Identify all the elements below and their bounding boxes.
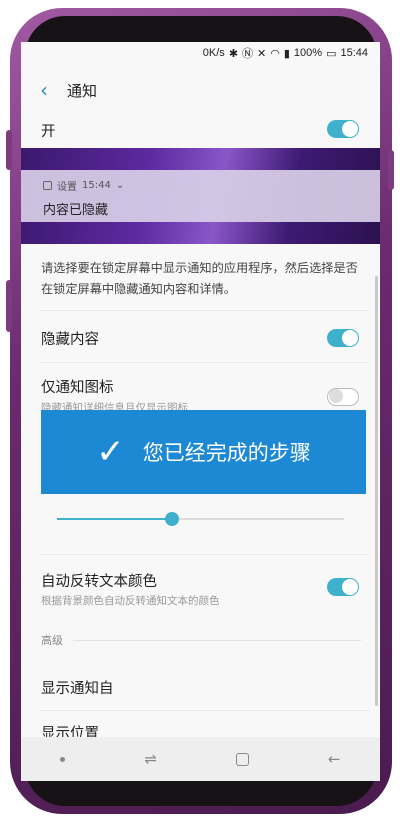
settings-app-icon bbox=[43, 181, 52, 190]
nav-dot-icon[interactable] bbox=[60, 756, 66, 762]
divider bbox=[41, 310, 368, 311]
master-switch-row[interactable]: 开 bbox=[21, 112, 380, 148]
volume-button bbox=[6, 130, 12, 170]
home-icon[interactable] bbox=[235, 752, 249, 766]
hide-content-toggle[interactable] bbox=[327, 329, 359, 347]
icons-only-toggle[interactable] bbox=[327, 388, 359, 406]
transparency-slider[interactable] bbox=[57, 512, 344, 526]
hide-content-label: 隐藏内容 bbox=[41, 332, 99, 348]
status-bar: 0K/s ✱ Ⓝ ✕ ◠ ▮ 100% ▭ 15:44 bbox=[21, 42, 380, 64]
clock: 15:44 bbox=[340, 47, 368, 59]
power-button bbox=[388, 150, 394, 190]
divider bbox=[41, 710, 368, 711]
recent-apps-icon[interactable]: ⇌ bbox=[144, 750, 157, 768]
advanced-section-header: 高级 bbox=[41, 632, 361, 648]
battery-percent: 100% bbox=[293, 47, 323, 59]
auto-invert-row[interactable]: 自动反转文本颜色 根据背景颜色自动反转通知文本的颜色 bbox=[21, 560, 380, 610]
back-icon[interactable]: ← bbox=[328, 750, 341, 768]
completed-steps-banner: ✓ 您已经完成的步骤 bbox=[41, 410, 366, 494]
app-header: ‹ 通知 bbox=[21, 70, 380, 110]
auto-invert-toggle[interactable] bbox=[327, 578, 359, 596]
bluetooth-icon: ✱ bbox=[228, 47, 239, 60]
mute-icon: ✕ bbox=[257, 47, 267, 60]
slider-handle[interactable] bbox=[165, 512, 179, 526]
divider bbox=[41, 362, 368, 363]
banner-text: 您已经完成的步骤 bbox=[142, 441, 311, 465]
notification-hidden-text: 内容已隐藏 bbox=[43, 203, 109, 218]
network-speed: 0K/s bbox=[202, 47, 225, 59]
checkmark-icon: ✓ bbox=[96, 432, 125, 472]
signal-icon: ▮ bbox=[283, 47, 290, 60]
notification-preview-card: 设置 15:44 ⌄ 内容已隐藏 bbox=[21, 170, 380, 222]
advanced-section-label: 高级 bbox=[41, 634, 63, 647]
slider-fill bbox=[57, 518, 172, 520]
auto-invert-label: 自动反转文本颜色 bbox=[41, 574, 157, 590]
lockscreen-preview: 设置 15:44 ⌄ 内容已隐藏 bbox=[21, 148, 380, 244]
back-arrow-icon[interactable]: ‹ bbox=[21, 78, 67, 102]
wifi-icon: ◠ bbox=[270, 47, 280, 60]
screen: 0K/s ✱ Ⓝ ✕ ◠ ▮ 100% ▭ 15:44 ‹ 通知 开 设置 15… bbox=[21, 42, 380, 781]
auto-invert-subtitle: 根据背景颜色自动反转通知文本的颜色 bbox=[41, 595, 220, 607]
page-title: 通知 bbox=[67, 81, 98, 100]
show-notifications-from-label: 显示通知自 bbox=[41, 681, 114, 697]
bixby-button bbox=[6, 280, 12, 332]
battery-icon: ▭ bbox=[326, 47, 337, 60]
description-text: 请选择要在锁定屏幕中显示通知的应用程序，然后选择是否在锁定屏幕中隐藏通知内容和详… bbox=[41, 261, 358, 296]
master-switch-label: 开 bbox=[41, 124, 56, 140]
notification-time: 15:44 bbox=[82, 180, 111, 191]
hide-content-row[interactable]: 隐藏内容 bbox=[21, 314, 380, 360]
notification-meta: 设置 15:44 ⌄ bbox=[43, 178, 124, 193]
notification-app-name: 设置 bbox=[57, 182, 77, 193]
divider bbox=[41, 554, 368, 555]
scrollbar[interactable] bbox=[375, 276, 378, 706]
master-switch-toggle[interactable] bbox=[327, 120, 359, 138]
navigation-bar: ⇌ ← bbox=[21, 737, 380, 781]
chevron-down-icon: ⌄ bbox=[115, 180, 125, 191]
nfc-icon: Ⓝ bbox=[242, 48, 254, 60]
icons-only-row[interactable]: 仅通知图标 隐藏通知详细信息且仅显示图标 bbox=[21, 366, 380, 416]
icons-only-label: 仅通知图标 bbox=[41, 380, 114, 396]
show-notifications-from-row[interactable]: 显示通知自 bbox=[21, 666, 380, 710]
